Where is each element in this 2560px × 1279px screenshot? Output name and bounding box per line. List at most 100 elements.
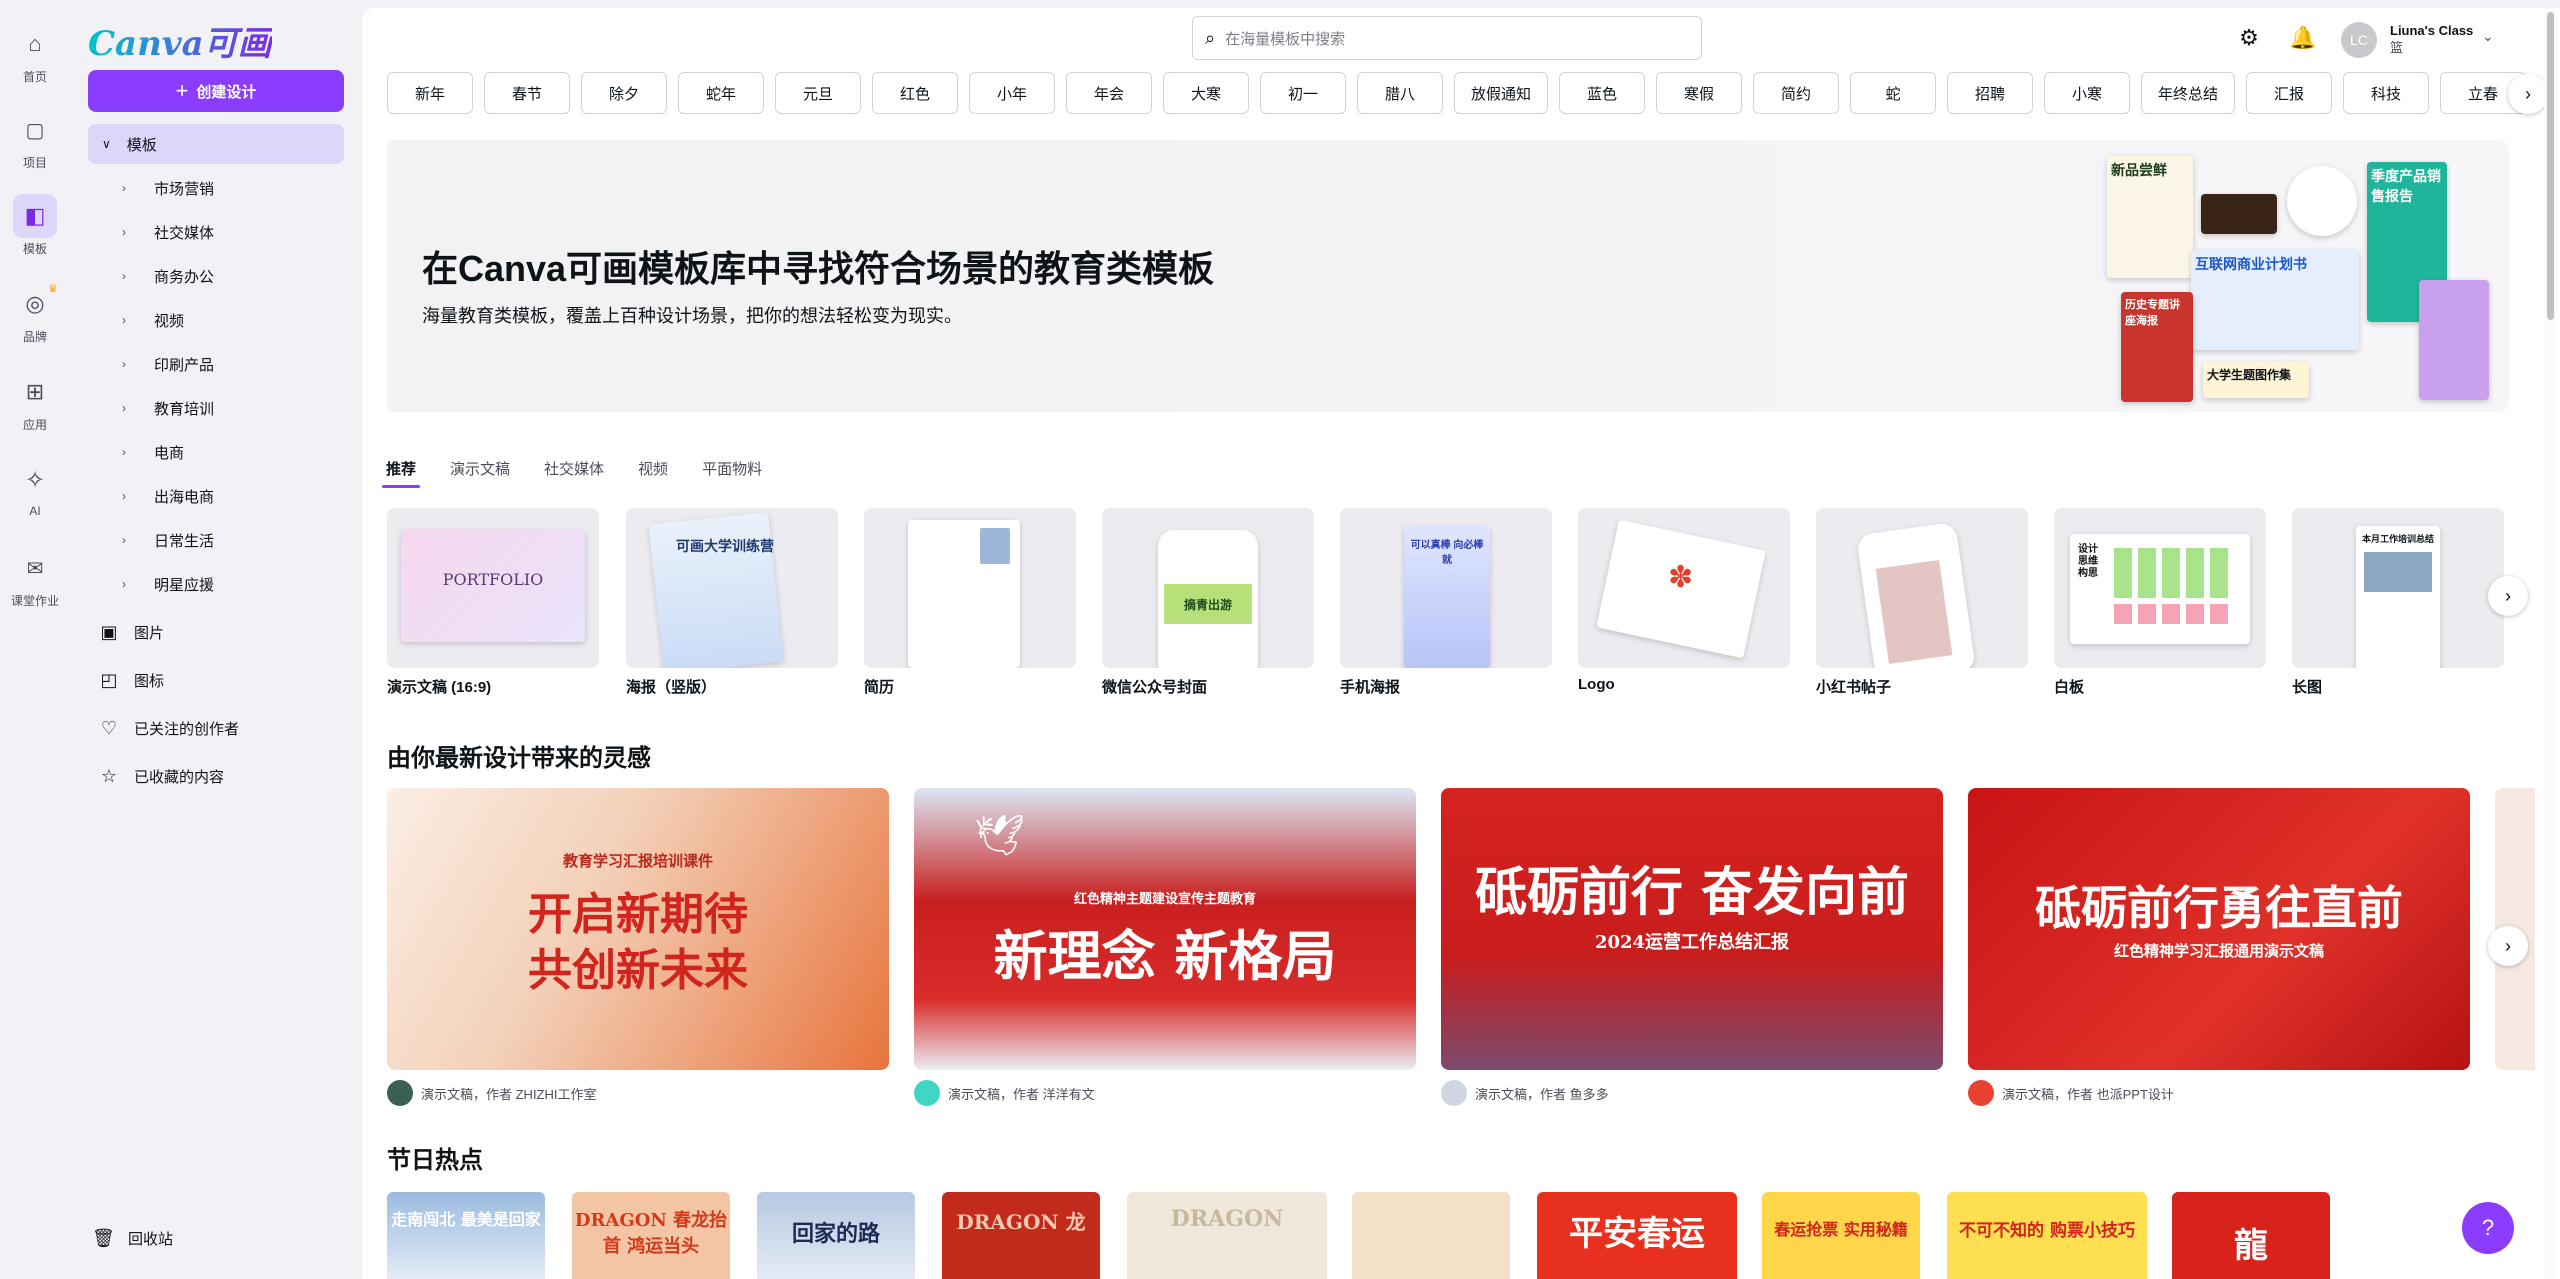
chip[interactable]: 初一	[1260, 72, 1346, 114]
tab-print[interactable]: 平面物料	[688, 448, 776, 488]
tree-item[interactable]: › 明星应援	[122, 566, 214, 602]
tree-item[interactable]: › 视频	[122, 302, 184, 338]
rail-templates[interactable]: ◧ 模板	[0, 194, 70, 257]
rail-projects[interactable]: ▢ 项目	[0, 108, 70, 171]
hero-title: 在Canva可画模板库中寻找符合场景的教育类模板	[422, 248, 1215, 289]
chips-next-arrow[interactable]: ›	[2508, 74, 2548, 114]
chip[interactable]: 年终总结	[2141, 72, 2236, 114]
nav-icons[interactable]: ◰ 图标	[98, 660, 164, 700]
tree-item[interactable]: › 日常生活	[122, 522, 214, 558]
chip[interactable]: 元旦	[775, 72, 861, 114]
tab-presentations[interactable]: 演示文稿	[436, 448, 524, 488]
create-design-button[interactable]: + 创建设计	[88, 70, 344, 112]
holiday-card-text: 回家的路	[791, 1221, 880, 1247]
template-meta-text: 演示文稿，作者 ZHIZHI工作室	[421, 1086, 597, 1102]
inspiration-card[interactable]: 砥砺前行 奋发向前 2024运营工作总结汇报 演示文稿，作者 鱼多多	[1441, 788, 1943, 1106]
chip[interactable]: 科技	[2343, 72, 2430, 114]
holiday-card[interactable]: 平安春运	[1537, 1192, 1737, 1279]
sparkle-icon: ✧	[24, 466, 46, 494]
design-type-card[interactable]: 可以真棒 向必棒就 手机海报	[1340, 508, 1552, 697]
avatar[interactable]: LC	[2341, 22, 2377, 58]
rail-ai[interactable]: ✧ AI	[0, 458, 70, 519]
chip[interactable]: 放假通知	[1454, 72, 1549, 114]
holiday-card[interactable]: 走南闯北 最美是回家	[387, 1192, 545, 1279]
bell-icon[interactable]: 🔔	[2287, 22, 2319, 54]
holiday-card[interactable]: 春运抢票 实用秘籍	[1762, 1192, 1920, 1279]
design-type-card[interactable]: 设计思维构思 白板	[2054, 508, 2266, 697]
folder-icon: ▢	[25, 119, 45, 142]
rail-brand[interactable]: ♛ ◎ 品牌	[0, 282, 70, 345]
design-type-card[interactable]: 简历	[864, 508, 1076, 697]
holiday-card[interactable]	[1352, 1192, 1510, 1279]
chip[interactable]: 蛇年	[678, 72, 764, 114]
holiday-card[interactable]: 回家的路	[757, 1192, 915, 1279]
chip[interactable]: 寒假	[1656, 72, 1743, 114]
chip[interactable]: 简约	[1753, 72, 1840, 114]
rail-home[interactable]: ⌂ 首页	[0, 22, 70, 85]
design-type-card[interactable]: 可画大学训练营 海报（竖版）	[626, 508, 838, 697]
chip[interactable]: 小年	[969, 72, 1055, 114]
nav-followed-creators[interactable]: ♡ 已关注的创作者	[98, 708, 239, 748]
holiday-card[interactable]: DRAGON 春龙抬首 鸿运当头	[572, 1192, 730, 1279]
chip[interactable]: 腊八	[1357, 72, 1443, 114]
holiday-card[interactable]: DRAGON	[1127, 1192, 1327, 1279]
chip[interactable]: 小寒	[2044, 72, 2131, 114]
design-type-card[interactable]: 摘青出游 微信公众号封面	[1102, 508, 1314, 697]
chevron-right-icon: ›	[122, 489, 126, 503]
design-type-label: 白板	[2054, 679, 2085, 696]
search-input[interactable]: ⌕ 在海量模板中搜索	[1192, 16, 1702, 60]
chip[interactable]: 红色	[872, 72, 958, 114]
tree-item[interactable]: › 社交媒体	[122, 214, 214, 250]
chip[interactable]: 年会	[1066, 72, 1152, 114]
chip[interactable]: 招聘	[1947, 72, 2034, 114]
collage-card: 新品尝鲜	[2107, 156, 2193, 278]
nav-trash[interactable]: 🗑 回收站	[92, 1218, 173, 1258]
nav-starred[interactable]: ☆ 已收藏的内容	[98, 756, 224, 796]
types-next-arrow[interactable]: ›	[2488, 576, 2528, 616]
chip[interactable]: 蓝色	[1559, 72, 1646, 114]
canva-logo[interactable]: Canva可画	[88, 16, 272, 65]
chip[interactable]: 汇报	[2246, 72, 2333, 114]
holiday-card-text: DRAGON 龙	[956, 1210, 1086, 1234]
tree-templates[interactable]: ∨ 模板	[88, 124, 344, 164]
holiday-card[interactable]: 不可不知的 购票小技巧	[1947, 1192, 2147, 1279]
tree-item[interactable]: › 市场营销	[122, 170, 214, 206]
template-title: 砥砺前行勇往直前	[2035, 881, 2403, 935]
chip[interactable]: 大寒	[1163, 72, 1249, 114]
chip[interactable]: 除夕	[581, 72, 667, 114]
template-title: 砥砺前行 奋发向前	[1474, 862, 1910, 923]
user-account[interactable]: Liuna's Class 篮	[2390, 22, 2473, 56]
chevron-down-icon[interactable]: ⌄	[2482, 28, 2494, 45]
rail-apps[interactable]: ⊞ 应用	[0, 370, 70, 433]
nav-photos[interactable]: ▣ 图片	[98, 612, 164, 652]
holiday-card-text: 走南闯北 最美是回家	[391, 1210, 541, 1229]
chip[interactable]: 蛇	[1850, 72, 1937, 114]
inspiration-next-arrow[interactable]: ›	[2488, 926, 2528, 966]
holiday-card[interactable]: 龍	[2172, 1192, 2330, 1279]
design-type-card[interactable]: 本月工作培训总结 长图	[2292, 508, 2504, 697]
design-type-card[interactable]: ✽ Logo	[1578, 508, 1790, 693]
scrollbar-thumb[interactable]	[2547, 12, 2554, 320]
tree-item[interactable]: › 商务办公	[122, 258, 214, 294]
design-type-card[interactable]: 小红书帖子	[1816, 508, 2028, 697]
tab-recommended[interactable]: 推荐	[372, 448, 430, 488]
chip[interactable]: 新年	[387, 72, 473, 114]
inspiration-card[interactable]: 砥砺前行勇往直前 红色精神学习汇报通用演示文稿 演示文稿，作者 也派PPT设计	[1968, 788, 2470, 1106]
tree-item[interactable]: › 出海电商	[122, 478, 214, 514]
tab-social-media[interactable]: 社交媒体	[530, 448, 618, 488]
help-button[interactable]: ?	[2462, 1202, 2514, 1254]
long-image-art	[2356, 526, 2440, 668]
inspiration-card[interactable]: 教育学习汇报培训课件 开启新期待 共创新未来 演示文稿，作者 ZHIZHI工作室	[387, 788, 889, 1106]
chevron-right-icon: ›	[122, 577, 126, 591]
holiday-card[interactable]: DRAGON 龙	[942, 1192, 1100, 1279]
tab-video[interactable]: 视频	[624, 448, 682, 488]
tree-item[interactable]: › 教育培训	[122, 390, 214, 426]
design-type-card[interactable]: PORTFOLIO 演示文稿 (16:9)	[387, 508, 599, 697]
rail-classwork[interactable]: ✉ 课堂作业	[0, 546, 70, 609]
gear-icon[interactable]: ⚙	[2233, 22, 2265, 54]
chip[interactable]: 春节	[484, 72, 570, 114]
tree-item[interactable]: › 电商	[122, 434, 184, 470]
tree-item[interactable]: › 印刷产品	[122, 346, 214, 382]
inspiration-card[interactable]: 红色精神主题建设宣传主题教育 新理念 新格局 🕊 演示文稿，作者 洋洋有文	[914, 788, 1416, 1106]
creator-avatar	[1441, 1080, 1467, 1106]
